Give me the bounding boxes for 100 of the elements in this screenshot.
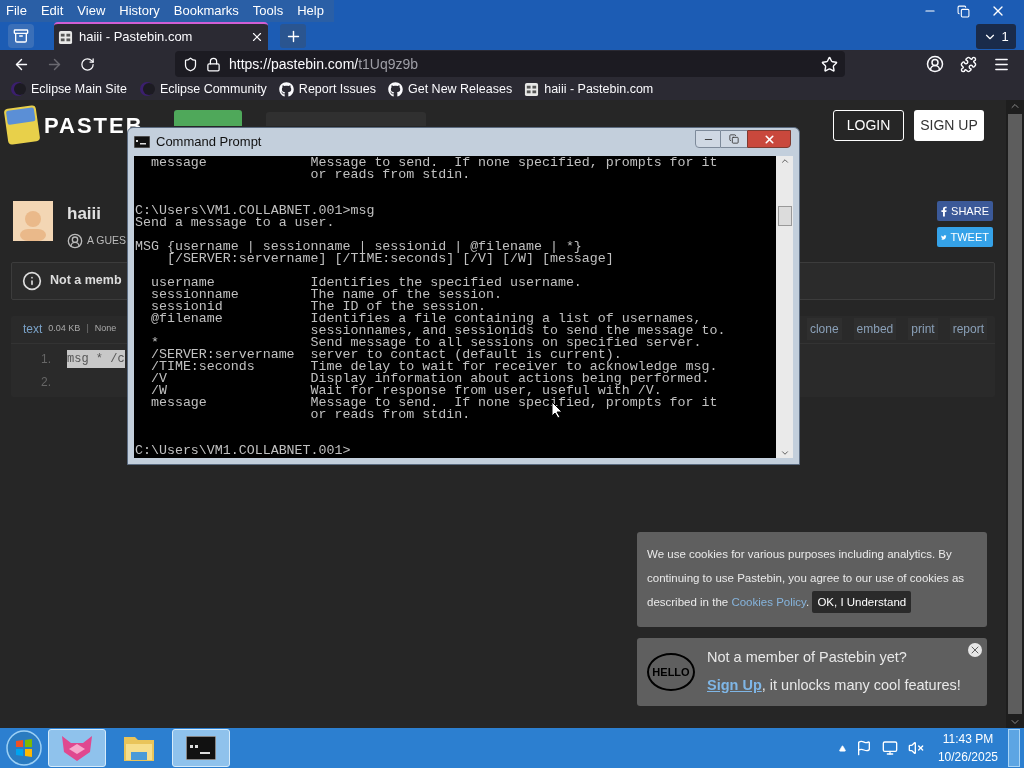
show-hidden-icons[interactable] <box>838 744 846 752</box>
pastebin-logo-icon <box>4 105 40 145</box>
info-icon <box>22 270 42 291</box>
paste-action-link[interactable]: report <box>949 318 987 340</box>
github-icon <box>388 81 403 97</box>
extensions-icon[interactable] <box>960 55 977 73</box>
taskbar-app[interactable] <box>172 729 230 767</box>
console-line: or reads from stdin. <box>309 169 471 181</box>
flag-icon[interactable] <box>855 740 872 756</box>
github-icon <box>278 81 294 97</box>
bookmark[interactable]: haiii - Pastebin.com <box>544 79 654 99</box>
archive-icon <box>13 28 29 44</box>
console-line: /W Wait for response from user, useful with /V. <box>149 385 662 397</box>
line-number: 2. <box>40 373 51 391</box>
menu-item[interactable]: Bookmarks <box>173 1 239 21</box>
console-line: or reads from stdin. <box>309 409 471 421</box>
guest-label: A GUES <box>87 232 127 248</box>
paste-action-link[interactable]: embed <box>853 318 897 340</box>
account-icon[interactable] <box>926 55 944 73</box>
console-line: C:\Users\VM1.COLLABNET.001> <box>135 445 351 457</box>
restore-icon <box>729 134 739 144</box>
cookie-text: We use cookies for various purposes including analytics. By continuing to use Pastebin, you agree to our use of cookies as described in the Cookies Policy. OK, I Understand <box>647 542 977 614</box>
notice-text: Not a memb <box>50 272 122 290</box>
share-button[interactable]: SHARE <box>937 201 993 221</box>
separator-text: | <box>86 322 89 336</box>
paste-action-link[interactable]: print <box>908 318 938 340</box>
console-line: C:\Users\VM1.COLLABNET.001>msg <box>135 205 375 217</box>
console-line: MSG {username | sessionname | sessionid | @filename | *} <box>135 241 582 253</box>
login-button[interactable]: LOGIN <box>833 109 904 141</box>
new-tab-button[interactable] <box>280 24 306 48</box>
console-icon <box>186 736 216 760</box>
bookmark[interactable]: Get New Releases <box>408 79 513 99</box>
facebook-icon <box>941 205 948 217</box>
chevron-up-icon[interactable] <box>779 156 790 166</box>
console-line: * Send message to all sessions on specified server. <box>149 337 702 349</box>
close-button[interactable] <box>747 130 791 148</box>
menu-item[interactable]: File <box>6 1 27 21</box>
visibility-label: None <box>94 322 117 336</box>
fox-app-icon <box>60 734 94 762</box>
username: haiii <box>67 203 102 225</box>
avatar <box>13 201 53 241</box>
console-line: username Identifies the specified username. <box>149 277 582 289</box>
reload-icon[interactable] <box>80 56 95 72</box>
hello-badge: HELLO <box>647 653 695 691</box>
menu-item[interactable]: Edit <box>40 1 64 21</box>
console-scrollbar[interactable] <box>776 156 793 458</box>
menu-item[interactable]: Help <box>297 1 324 21</box>
eclipse-icon <box>138 81 155 97</box>
bookmark[interactable]: Eclipse Community <box>159 79 267 99</box>
console-line: /SERVER:servername server to contact (default is current). <box>149 349 622 361</box>
scrollbar[interactable] <box>1006 100 1024 728</box>
scroll-thumb[interactable] <box>777 206 792 226</box>
start-icon[interactable] <box>4 729 44 767</box>
console-line: /V Display information about actions being performed. <box>149 373 710 385</box>
volume-muted-icon[interactable] <box>907 740 924 756</box>
signup-text: Sign Up, it unlocks many cool features! <box>707 676 961 695</box>
menu-item[interactable]: Tools <box>252 1 284 21</box>
signup-button[interactable]: SIGN UP <box>914 109 984 141</box>
lock-icon[interactable] <box>206 56 221 72</box>
bookmark-star-icon[interactable] <box>821 55 838 73</box>
scroll-thumb[interactable] <box>1008 114 1022 714</box>
close-icon <box>762 132 776 146</box>
maximize-button[interactable] <box>721 130 747 148</box>
browser-tab[interactable]: haiii - Pastebin.com <box>54 22 268 50</box>
paste-action-link[interactable]: clone <box>806 318 842 340</box>
restore-icon[interactable] <box>957 4 970 18</box>
tab-count-button[interactable]: 1 <box>976 24 1016 49</box>
line-number: 1. <box>40 350 51 368</box>
chevron-down-icon[interactable] <box>779 448 790 458</box>
close-tab-icon[interactable] <box>250 30 264 44</box>
menu-item[interactable]: History <box>119 1 160 21</box>
console-line: sessionnames, and sessionids to send the message to. <box>309 325 726 337</box>
console-line: Send a message to a user. <box>135 217 335 229</box>
size-label: 0.04 KB <box>48 322 81 336</box>
bookmark[interactable]: Report Issues <box>298 79 376 99</box>
shield-icon[interactable] <box>183 56 198 72</box>
console-line: sessionid The ID of the session. <box>149 301 487 313</box>
console-icon <box>134 136 150 148</box>
user-icon <box>67 232 83 249</box>
console-line: [/SERVER:servername] [/TIME:seconds] [/V] [/W] [message] <box>165 253 614 265</box>
pastebin-logo-icon <box>58 29 73 45</box>
minimize-button[interactable] <box>695 130 721 148</box>
network-icon[interactable] <box>881 740 898 756</box>
console-line: /TIME:seconds Time delay to wait for receiver to acknowledge msg. <box>149 361 718 373</box>
bookmark[interactable]: Eclipse Main Site <box>31 79 127 99</box>
close-icon[interactable] <box>968 643 982 657</box>
menu-item[interactable]: View <box>77 1 106 21</box>
clock-date[interactable]: 10/26/2025 <box>937 748 998 766</box>
understand-button[interactable]: OK, I Understand <box>812 591 912 613</box>
search-field[interactable] <box>265 112 426 126</box>
window-title: Command Prompt <box>156 133 262 152</box>
address-field[interactable]: https://pastebin.com/t1Uq9z9b <box>175 51 845 77</box>
console-line: @filename Identifies a file containing a list of usernames, <box>149 313 702 325</box>
tab-list-button[interactable] <box>8 24 34 48</box>
eclipse-icon <box>10 81 26 97</box>
console-line: message Message to send. If none specified, prompts for it <box>149 157 718 169</box>
clock-time[interactable]: 11:43 PM <box>942 730 994 748</box>
syntax-label[interactable]: text <box>23 320 43 338</box>
signup-title: Not a member of Pastebin yet? <box>707 648 908 668</box>
console-line: sessionname The name of the session. <box>149 289 503 301</box>
